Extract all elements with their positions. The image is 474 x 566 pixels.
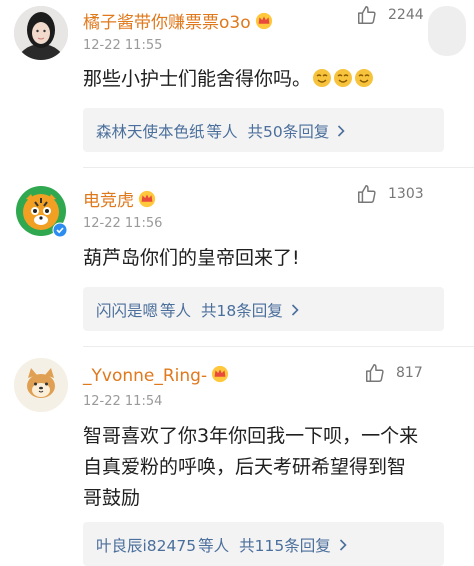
vip-crown-icon <box>255 12 272 30</box>
avatar-photo <box>14 6 68 60</box>
comment-text-line: 哥鼓励 <box>83 487 141 509</box>
chevron-right-icon <box>291 304 299 316</box>
thumbs-up-icon[interactable] <box>356 183 378 205</box>
username[interactable]: 电竞虎 <box>83 186 156 211</box>
comment-time: 12-22 11:54 <box>83 394 163 409</box>
comment-time: 12-22 11:56 <box>83 216 163 231</box>
reply-preview[interactable]: 森林天使本色纸 等人 共50条回复 <box>83 108 444 152</box>
scroll-handle[interactable] <box>428 6 466 56</box>
comment-text-line: 自真爱粉的呼唤，后天考研希望得到智 <box>83 456 407 478</box>
reply-preview[interactable]: 闪闪是嗯 等人 共18条回复 <box>83 287 444 331</box>
avatar[interactable] <box>14 358 68 412</box>
chevron-right-icon <box>339 539 347 551</box>
emoji-icon <box>334 69 353 87</box>
reply-users[interactable]: 森林天使本色纸 <box>96 123 205 141</box>
username[interactable]: 橘子酱带你赚票票o3o <box>83 8 273 33</box>
comment-text-line: 智哥喜欢了你3年你回我一下呗，一个来 <box>83 425 419 447</box>
like-count: 2244 <box>388 7 424 23</box>
username-text[interactable]: _Yvonne_Ring- <box>83 366 207 386</box>
emoji-icon <box>313 69 332 87</box>
divider <box>83 346 474 347</box>
like-count: 1303 <box>388 186 424 202</box>
chevron-right-icon <box>338 125 345 137</box>
reply-summary[interactable]: 闪闪是嗯 等人 共18条回复 <box>96 299 299 321</box>
reply-suffix: 等人 <box>198 537 230 555</box>
username-text[interactable]: 电竞虎 <box>83 191 134 211</box>
like-count: 817 <box>396 365 423 381</box>
comment-text: 葫芦岛你们的皇帝回来了! <box>83 247 300 269</box>
reply-suffix: 等人 <box>160 302 192 320</box>
comment-1: 橘子酱带你赚票票o3o 12-22 11:55 2244 那些小护士们能舍得你吗… <box>0 0 474 170</box>
thumbs-up-icon[interactable] <box>364 362 386 384</box>
vip-crown-icon <box>138 190 156 208</box>
username-text[interactable]: 橘子酱带你赚票票o3o <box>83 13 251 33</box>
reply-summary[interactable]: 森林天使本色纸 等人 共50条回复 <box>96 120 345 142</box>
comment-text: 智哥喜欢了你3年你回我一下呗，一个来 自真爱粉的呼唤，后天考研希望得到智 哥鼓励 <box>83 421 443 514</box>
vip-crown-icon <box>211 365 229 383</box>
avatar[interactable] <box>14 6 68 60</box>
reply-users[interactable]: 闪闪是嗯 <box>96 302 158 320</box>
shiba-dog-icon <box>14 358 68 412</box>
divider <box>83 167 474 168</box>
reply-count[interactable]: 共50条回复 <box>248 123 330 141</box>
reply-count[interactable]: 共115条回复 <box>239 537 331 555</box>
reply-users[interactable]: 叶良辰i82475 <box>96 537 196 555</box>
thumbs-up-icon[interactable] <box>356 4 378 26</box>
username[interactable]: _Yvonne_Ring- <box>83 365 229 386</box>
reply-suffix: 等人 <box>206 123 238 141</box>
reply-summary[interactable]: 叶良辰i82475 等人 共115条回复 <box>96 534 347 556</box>
comment-time: 12-22 11:55 <box>83 38 163 53</box>
verified-badge-icon <box>52 222 68 238</box>
comment-text-content: 那些小护士们能舍得你吗。 <box>83 68 312 90</box>
reply-count[interactable]: 共18条回复 <box>201 302 283 320</box>
reply-preview[interactable]: 叶良辰i82475 等人 共115条回复 <box>83 522 444 566</box>
emoji-icon <box>355 69 374 87</box>
comment-text: 那些小护士们能舍得你吗。 <box>83 64 443 95</box>
